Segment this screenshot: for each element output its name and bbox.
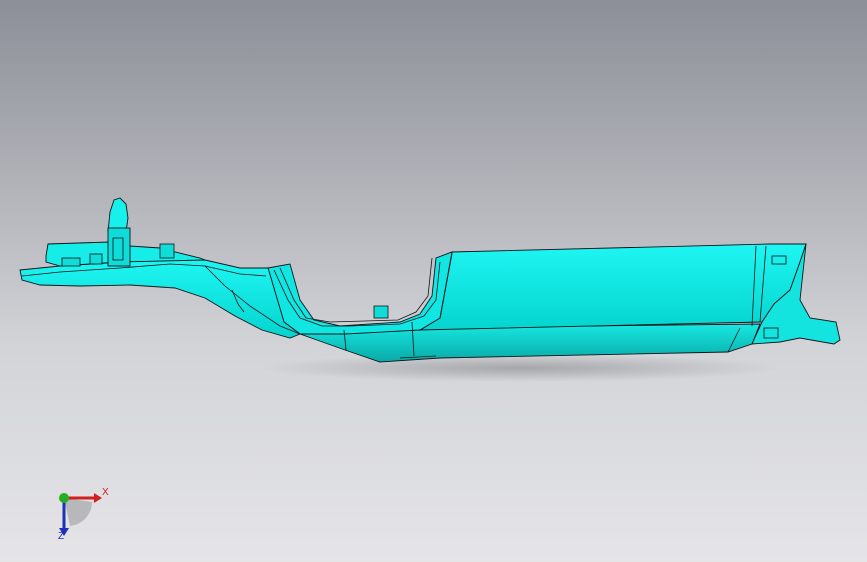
triad-shadow	[64, 498, 93, 526]
coordinate-triad: X Z	[44, 480, 124, 550]
channel-tab[interactable]	[373, 305, 389, 319]
left-arm[interactable]	[19, 257, 301, 339]
channel-wall[interactable]	[267, 251, 453, 335]
x-arrowhead	[94, 493, 102, 503]
flange-tab-3[interactable]	[89, 253, 103, 265]
housing-top-face[interactable]	[418, 243, 807, 331]
flange-tab-1[interactable]	[61, 257, 81, 267]
part-model[interactable]	[0, 0, 867, 562]
z-axis-label: Z	[58, 531, 65, 542]
part-shadow	[260, 354, 780, 382]
flange-tab-2[interactable]	[159, 243, 175, 259]
graphics-viewport[interactable]: X Z	[0, 0, 867, 562]
y-axis-dot	[59, 493, 69, 503]
triad-graphic	[59, 493, 102, 536]
x-axis-label: X	[102, 487, 109, 498]
clip-post[interactable]	[107, 197, 129, 233]
